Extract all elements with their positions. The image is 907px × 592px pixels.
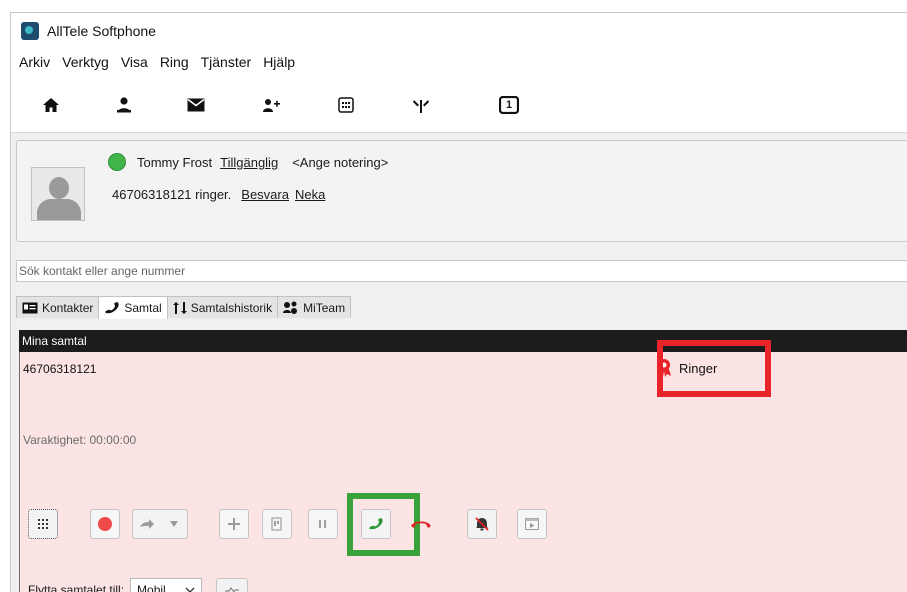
- status-panel: Tommy Frost Tillgänglig <Ange notering> …: [16, 140, 907, 242]
- note-field[interactable]: <Ange notering>: [292, 155, 388, 170]
- move-target-select[interactable]: Mobil: [130, 578, 203, 592]
- phone-handset-icon: [105, 302, 120, 314]
- contacts-card-icon: [22, 302, 38, 313]
- menu-bar: Arkiv Verktyg Visa Ring Tjänster Hjälp: [11, 49, 907, 75]
- menu-hjalp[interactable]: Hjälp: [257, 54, 301, 70]
- record-icon: [98, 517, 112, 531]
- profile-button[interactable]: [107, 89, 141, 121]
- title-bar: AllTele Softphone: [11, 13, 907, 49]
- tab-label: Samtalshistorik: [190, 300, 273, 315]
- mute-icon: [475, 517, 489, 531]
- forward-dropdown[interactable]: [160, 510, 187, 538]
- incoming-call-line: 46706318121 ringer. Besvara Neka: [112, 187, 325, 202]
- calls-header-label: Mina samtal: [22, 334, 87, 348]
- menu-visa[interactable]: Visa: [115, 54, 154, 70]
- search-input[interactable]: Sök kontakt eller ange nummer: [16, 260, 907, 282]
- incoming-call-text: 46706318121 ringer.: [112, 187, 232, 202]
- menu-verktyg[interactable]: Verktyg: [56, 54, 115, 70]
- main-toolbar: 1: [11, 75, 907, 133]
- menu-arkiv[interactable]: Arkiv: [13, 54, 56, 70]
- move-call-label: Flytta samtalet till:: [28, 583, 125, 592]
- hangup-icon: [411, 521, 431, 528]
- tab-label: Samtal: [124, 301, 162, 315]
- chevron-down-icon: [169, 521, 178, 527]
- app-logo-icon: [21, 22, 39, 40]
- presence-indicator-icon: [108, 153, 126, 171]
- messages-button[interactable]: [179, 89, 213, 121]
- hangup-button[interactable]: [406, 509, 436, 539]
- search-placeholder: Sök kontakt eller ange nummer: [19, 264, 186, 278]
- team-icon: [283, 301, 298, 314]
- window-title: AllTele Softphone: [47, 23, 156, 39]
- tab-samtal[interactable]: Samtal: [98, 296, 168, 319]
- call-number: 46706318121: [23, 362, 97, 376]
- person-icon: [117, 97, 131, 113]
- tab-label: MiTeam: [303, 300, 346, 315]
- forward-button[interactable]: [133, 510, 160, 538]
- calls-section-header: Mina samtal: [19, 330, 907, 352]
- tab-miteam[interactable]: MiTeam: [277, 296, 352, 318]
- dialpad-icon: [38, 519, 48, 529]
- avatar[interactable]: [31, 167, 85, 221]
- user-status-line: Tommy Frost Tillgänglig <Ange notering>: [137, 155, 388, 170]
- hold-icon: [319, 520, 326, 528]
- tab-samtalshistorik[interactable]: Samtalshistorik: [166, 296, 279, 318]
- presence-link[interactable]: Tillgänglig: [220, 155, 278, 170]
- tab-kontakter[interactable]: Kontakter: [16, 296, 100, 318]
- transfer-icon: [271, 517, 282, 531]
- record-button[interactable]: [90, 509, 120, 539]
- tab-bar: Kontakter Samtal Samtalshistorik MiTeam: [16, 296, 352, 319]
- calendar-button[interactable]: [329, 89, 363, 121]
- transfer-button[interactable]: [404, 89, 438, 121]
- reject-link[interactable]: Neka: [295, 187, 325, 202]
- move-call-row: Flytta samtalet till: Mobil: [28, 578, 249, 592]
- chevron-down-icon: [185, 587, 195, 592]
- mute-button[interactable]: [467, 509, 497, 539]
- call-duration: Varaktighet: 00:00:00: [23, 433, 137, 447]
- transfer-call-button[interactable]: [262, 509, 292, 539]
- forward-split-button: [132, 509, 188, 539]
- move-target-value: Mobil: [137, 583, 166, 592]
- dialpad-button[interactable]: [28, 509, 58, 539]
- video-button[interactable]: [517, 509, 547, 539]
- user-name: Tommy Frost: [137, 155, 213, 170]
- hold-button[interactable]: [308, 509, 338, 539]
- add-call-button[interactable]: [219, 509, 249, 539]
- tab-label: Kontakter: [42, 300, 94, 315]
- history-arrows-icon: [172, 301, 187, 314]
- menu-ring[interactable]: Ring: [154, 54, 195, 70]
- menu-tjanster[interactable]: Tjänster: [195, 54, 258, 70]
- forward-icon: [139, 519, 154, 529]
- line-number: 1: [505, 99, 513, 111]
- add-contact-icon: [263, 99, 280, 112]
- softphone-window: AllTele Softphone Arkiv Verktyg Visa Rin…: [10, 12, 907, 592]
- envelope-icon: [187, 98, 205, 112]
- add-call-icon: [228, 518, 240, 530]
- dialpad-icon: [338, 97, 354, 113]
- switch-line-icon: [225, 586, 240, 592]
- ringing-highlight-box: [657, 340, 771, 397]
- add-contact-button[interactable]: [254, 89, 288, 121]
- move-call-button[interactable]: [216, 578, 249, 592]
- answer-link[interactable]: Besvara: [241, 187, 289, 202]
- video-icon: [525, 518, 539, 530]
- line-one-button[interactable]: 1: [492, 89, 526, 121]
- home-button[interactable]: [34, 89, 68, 121]
- home-icon: [43, 98, 59, 112]
- active-call-panel: 46706318121 Ringer Varaktighet: 00:00:00: [19, 340, 907, 592]
- transfer-icon: [413, 100, 429, 113]
